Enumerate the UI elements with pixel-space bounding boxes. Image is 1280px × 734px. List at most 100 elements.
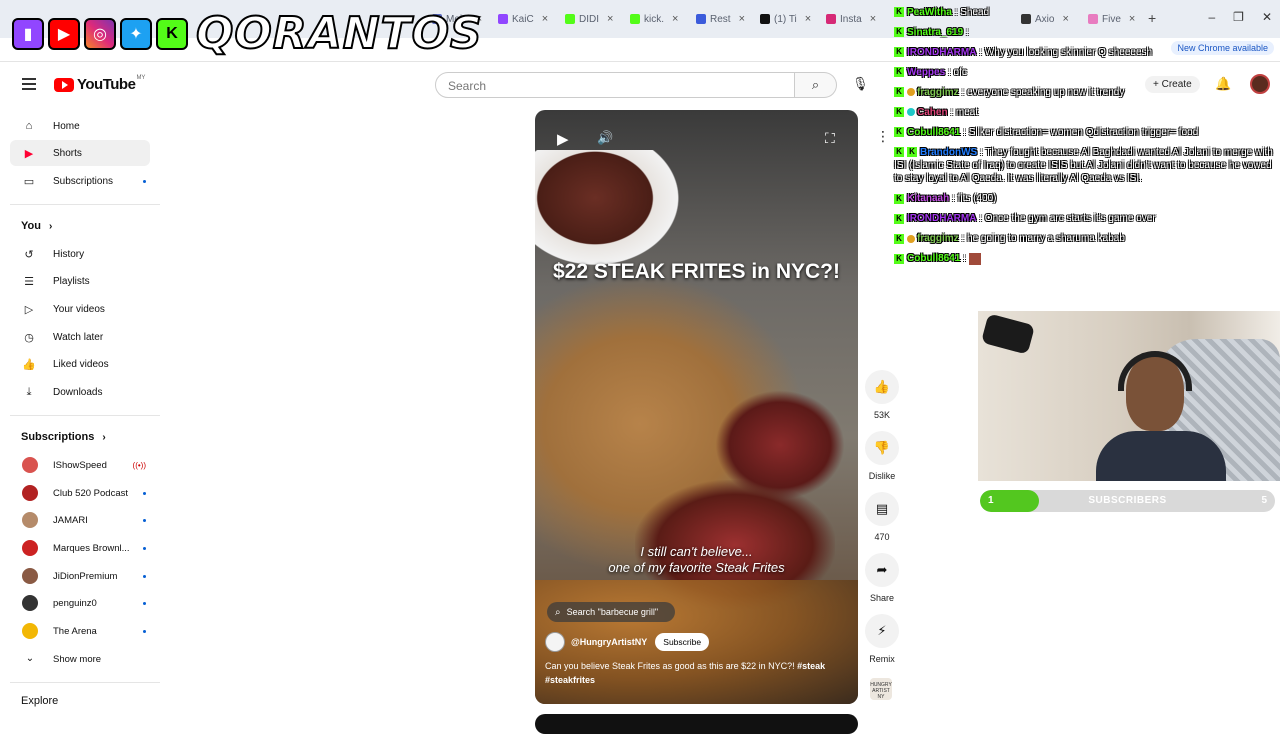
sidebar-item-watch-later[interactable]: ◷ Watch later — [10, 324, 150, 350]
close-icon[interactable]: × — [542, 13, 548, 25]
twitch-icon: ▮ — [12, 17, 44, 50]
chat-message: K Cobull8641 : — [894, 252, 1276, 265]
history-icon: ↺ — [24, 248, 34, 261]
instagram-icon: ◎ — [84, 17, 116, 50]
browser-tab[interactable]: Insta × — [826, 8, 882, 30]
tab-favicon — [498, 14, 508, 24]
chat-message: K Sinatra_619 : — [894, 26, 1276, 39]
playlists-icon: ☰ — [24, 275, 34, 288]
new-content-dot — [143, 629, 146, 633]
tab-favicon — [630, 14, 640, 24]
chat-message: K K BrandonWS : They fought because Al Bag… — [894, 146, 1273, 185]
streamer-body — [1096, 431, 1226, 481]
kick-badge-icon: K — [907, 147, 917, 158]
sidebar: ⌂ Home ▶ Shorts ▭ Subscriptions You › ↺ Histo… — [0, 108, 160, 720]
browser-tab[interactable]: Rest × — [696, 8, 751, 30]
share-button[interactable]: ➦ Share — [862, 553, 902, 603]
sidebar-item-liked-videos[interactable]: 👍 Liked videos — [10, 351, 150, 377]
sidebar-item-home[interactable]: ⌂ Home — [10, 113, 150, 139]
subscription-item[interactable]: Club 520 Podcast — [10, 480, 150, 506]
menu-icon[interactable] — [22, 78, 36, 90]
your-videos-icon: ▷ — [24, 303, 34, 316]
dislike-button[interactable]: 👎 Dislike — [862, 431, 902, 481]
search-input[interactable]: Search — [435, 72, 795, 98]
show-more-button[interactable]: ⌄ Show more — [10, 646, 150, 672]
more-options-icon[interactable]: ⋮ — [876, 128, 890, 145]
channel-avatar — [22, 623, 38, 639]
shorts-video-player[interactable]: ▶ 🔊 ⛶ $22 STEAK FRITES in NYC?! I still … — [535, 110, 858, 704]
chat-message: Kfraggimz : everyone speaking up now it … — [894, 86, 1276, 99]
kick-badge-icon: K — [894, 47, 904, 58]
close-icon[interactable]: × — [739, 13, 745, 25]
next-short-preview[interactable] — [535, 714, 858, 734]
subscription-item[interactable]: IShowSpeed ((•)) — [10, 452, 150, 478]
browser-tab[interactable]: kick. × — [630, 8, 685, 30]
channel-avatar[interactable] — [545, 632, 565, 652]
divider — [10, 415, 160, 416]
sidebar-heading-subscriptions[interactable]: Subscriptions › — [21, 431, 106, 443]
remix-button[interactable]: ⚡ Remix — [862, 614, 902, 664]
sidebar-item-downloads[interactable]: ⤓ Downloads — [10, 379, 150, 405]
close-icon[interactable]: × — [870, 13, 876, 25]
subscription-item[interactable]: Marques Brownl... — [10, 535, 150, 561]
thumbs-up-icon: 👍 — [865, 370, 899, 404]
sidebar-heading-you[interactable]: You › — [21, 220, 52, 232]
sidebar-item-shorts[interactable]: ▶ Shorts — [10, 140, 150, 166]
microphone-icon[interactable]: 🎙 — [852, 76, 869, 92]
sidebar-item-history[interactable]: ↺ History — [10, 241, 150, 267]
subscriber-goal-count: 5 — [1261, 495, 1267, 506]
chat-message: K IRONDHARMA : Once the gym arc starts it… — [894, 212, 1276, 225]
browser-tab[interactable]: KaiC × — [498, 8, 553, 30]
browser-tab[interactable]: (1) Ti × — [760, 8, 818, 30]
volume-icon[interactable]: 🔊 — [597, 130, 613, 146]
sound-thumbnail[interactable]: HUNGRY ARTIST NY — [870, 678, 892, 700]
new-content-dot — [143, 574, 146, 578]
chat-message: K IRONDHARMA : Why you looking skinnier Q… — [894, 46, 1276, 59]
chat-message: K PeaWitha : Shead — [894, 6, 1276, 19]
channel-avatar — [22, 568, 38, 584]
sidebar-item-playlists[interactable]: ☰ Playlists — [10, 268, 150, 294]
webcam-feed — [978, 311, 1280, 481]
live-icon: ((•)) — [132, 460, 146, 470]
search-icon: ⌕ — [555, 606, 561, 618]
fullscreen-icon[interactable]: ⛶ — [825, 130, 835, 147]
watch-later-icon: ◷ — [24, 331, 34, 344]
hashtag-link[interactable]: #steak — [797, 661, 825, 671]
twitter-icon: ✦ — [120, 17, 152, 50]
subscription-item[interactable]: penguinz0 — [10, 590, 150, 616]
subscription-item[interactable]: The Arena — [10, 618, 150, 644]
subscription-item[interactable]: JAMARI — [10, 507, 150, 533]
sidebar-item-your-videos[interactable]: ▷ Your videos — [10, 296, 150, 322]
search-suggestion-chip[interactable]: ⌕ Search "barbecue grill" — [547, 602, 675, 622]
comments-button[interactable]: ▤ 470 — [862, 492, 902, 542]
chat-message: K Cahen : meat — [894, 106, 1276, 119]
like-button[interactable]: 👍 53K — [862, 370, 902, 420]
new-content-dot — [143, 179, 146, 183]
sidebar-heading-explore: Explore — [21, 695, 59, 707]
channel-avatar — [22, 540, 38, 556]
subscription-item[interactable]: JiDionPremium — [10, 563, 150, 589]
chat-message: K Weppes : ofc — [894, 66, 1276, 79]
youtube-play-icon — [54, 77, 74, 92]
kick-badge-icon: K — [894, 213, 904, 224]
sub-badge-icon — [907, 234, 915, 243]
hashtag-link[interactable]: #steakfrites — [545, 675, 595, 685]
subscribe-button[interactable]: Subscribe — [655, 633, 710, 651]
close-icon[interactable]: × — [607, 13, 613, 25]
play-icon[interactable]: ▶ — [557, 130, 569, 148]
close-icon[interactable]: × — [805, 13, 811, 25]
kick-badge-icon: K — [894, 107, 904, 118]
subscriber-current-count: 1 — [988, 495, 994, 506]
close-icon[interactable]: × — [672, 13, 678, 25]
liked-videos-icon: 👍 — [22, 358, 36, 371]
new-content-dot — [143, 546, 146, 550]
tab-favicon — [696, 14, 706, 24]
comment-icon: ▤ — [865, 492, 899, 526]
new-content-dot — [143, 491, 146, 495]
chat-message: K Kitanaah : fits (400) — [894, 192, 1276, 205]
browser-tab[interactable]: DIDI × — [565, 8, 620, 30]
sidebar-item-subscriptions[interactable]: ▭ Subscriptions — [10, 168, 150, 194]
search-button[interactable]: ⌕ — [795, 72, 837, 98]
youtube-logo[interactable]: YouTube MY — [54, 75, 145, 93]
channel-name[interactable]: @HungryArtistNY — [571, 637, 647, 647]
